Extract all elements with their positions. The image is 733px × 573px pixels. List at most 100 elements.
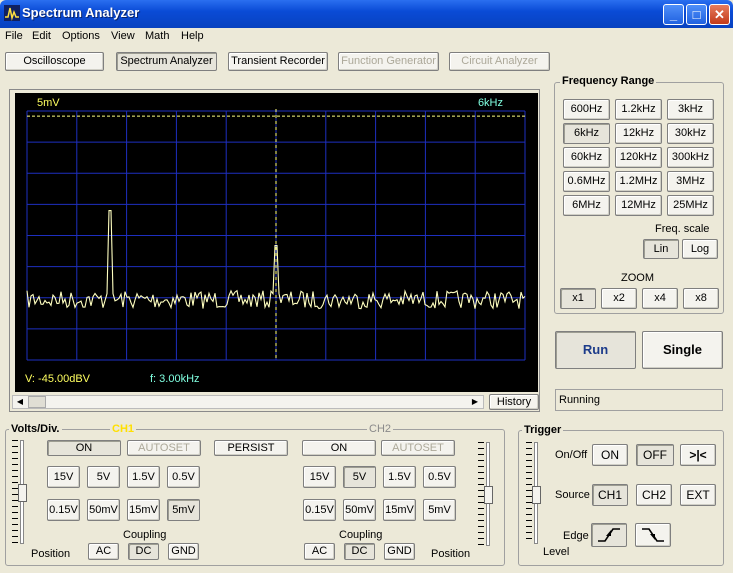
freq-range-300khz-button[interactable]: 300kHz: [667, 147, 714, 168]
freq-range-1_2khz-button[interactable]: 1.2kHz: [615, 99, 662, 120]
ch2-position-label: Position: [431, 548, 471, 560]
freq-range-12mhz-button[interactable]: 12MHz: [615, 195, 662, 216]
freq-range-600hz-button[interactable]: 600Hz: [563, 99, 610, 120]
menu-help[interactable]: Help: [181, 30, 204, 42]
ch2-coupling-gnd-button[interactable]: GND: [384, 543, 415, 560]
trigger-title: Trigger: [522, 424, 564, 436]
freq-range-1_2mhz-button[interactable]: 1.2MHz: [615, 171, 662, 192]
transient-recorder-button[interactable]: Transient Recorder: [228, 52, 328, 71]
ch2-position-thumb[interactable]: [484, 486, 493, 504]
ch1-scale-15v-button[interactable]: 15V: [47, 466, 80, 488]
scroll-right-icon[interactable]: ▶: [469, 396, 481, 408]
freq-range-60khz-button[interactable]: 60kHz: [563, 147, 610, 168]
ch2-scale-5mv-button[interactable]: 5mV: [423, 499, 456, 521]
trigger-source-label: Source: [555, 489, 590, 501]
history-button[interactable]: History: [489, 394, 539, 410]
ch1-coupling-dc-button[interactable]: DC: [128, 543, 159, 560]
minimize-icon: _: [669, 7, 678, 22]
horizontal-scrollbar[interactable]: ◀ ▶: [12, 395, 484, 409]
volts-div-title: Volts/Div.: [9, 423, 62, 435]
ch1-scale-5mv-button[interactable]: 5mV: [167, 499, 200, 521]
status-text: Running: [559, 394, 600, 406]
trigger-on-button[interactable]: ON: [592, 444, 628, 466]
ch1-coupling-label: Coupling: [123, 529, 167, 541]
source-ch1-button[interactable]: CH1: [592, 484, 628, 506]
trigger-off-button[interactable]: OFF: [636, 444, 674, 466]
circuit-analyzer-button: Circuit Analyzer: [449, 52, 550, 71]
menu-options[interactable]: Options: [62, 30, 100, 42]
ch2-scale-15v-button[interactable]: 15V: [303, 466, 336, 488]
scroll-left-icon[interactable]: ◀: [14, 396, 26, 408]
spectrum-analyzer-button[interactable]: Spectrum Analyzer: [116, 52, 217, 71]
menu-file[interactable]: File: [5, 30, 23, 42]
ch1-scale-5v-button[interactable]: 5V: [87, 466, 120, 488]
ch2-label: CH2: [367, 423, 394, 435]
run-button[interactable]: Run: [555, 331, 636, 369]
ch1-coupling-gnd-button[interactable]: GND: [168, 543, 199, 560]
zoom-x4-button[interactable]: x4: [642, 288, 678, 309]
ch2-autoset-button: AUTOSET: [381, 440, 455, 456]
ch1-scale-0_15v-button[interactable]: 0.15V: [47, 499, 80, 521]
freq-range-6mhz-button[interactable]: 6MHz: [563, 195, 610, 216]
menu-edit[interactable]: Edit: [32, 30, 51, 42]
ch1-position-thumb[interactable]: [18, 484, 27, 502]
freq-range-12khz-button[interactable]: 12kHz: [615, 123, 662, 144]
ch1-scale-15mv-button[interactable]: 15mV: [127, 499, 160, 521]
zoom-x8-button[interactable]: x8: [683, 288, 719, 309]
freq-range-3mhz-button[interactable]: 3MHz: [667, 171, 714, 192]
zoom-label: ZOOM: [621, 272, 654, 284]
zoom-x2-button[interactable]: x2: [601, 288, 637, 309]
zoom-x1-button[interactable]: x1: [560, 288, 596, 309]
freq-scale-log-button[interactable]: Log: [682, 239, 718, 259]
function-generator-button: Function Generator: [338, 52, 439, 71]
ch2-coupling-dc-button[interactable]: DC: [344, 543, 375, 560]
trigger-center-button[interactable]: >|<: [680, 444, 716, 466]
close-button[interactable]: ✕: [709, 4, 730, 25]
trigger-edge-label: Edge: [563, 530, 589, 542]
menu-bar: File Edit Options View Math Help: [0, 28, 733, 46]
ch1-position-label: Position: [31, 548, 71, 560]
ch1-scale-50mv-button[interactable]: 50mV: [87, 499, 120, 521]
maximize-button[interactable]: □: [686, 4, 707, 25]
menu-math[interactable]: Math: [145, 30, 169, 42]
ch2-scale-0_5v-button[interactable]: 0.5V: [423, 466, 456, 488]
ch2-scale-15mv-button[interactable]: 15mV: [383, 499, 416, 521]
single-button[interactable]: Single: [642, 331, 723, 369]
freq-range-0_6mhz-button[interactable]: 0.6MHz: [563, 171, 610, 192]
ch1-scale-0_5v-button[interactable]: 0.5V: [167, 466, 200, 488]
ch1-autoset-button: AUTOSET: [127, 440, 201, 456]
trigger-level-thumb[interactable]: [532, 486, 541, 504]
minimize-button[interactable]: _: [663, 4, 684, 25]
freq-range-30khz-button[interactable]: 30kHz: [667, 123, 714, 144]
falling-edge-icon: [642, 528, 664, 542]
falling-edge-button[interactable]: [635, 523, 671, 547]
frequency-readout: f: 3.00kHz: [150, 373, 200, 385]
menu-view[interactable]: View: [111, 30, 135, 42]
app-icon: [4, 5, 20, 21]
persist-button[interactable]: PERSIST: [214, 440, 288, 456]
ch2-coupling-label: Coupling: [339, 529, 383, 541]
ch2-on-button[interactable]: ON: [302, 440, 376, 456]
freq-range-25mhz-button[interactable]: 25MHz: [667, 195, 714, 216]
voltage-readout: V: -45.00dBV: [25, 373, 91, 385]
ch1-coupling-ac-button[interactable]: AC: [88, 543, 119, 560]
freq-span-label: 6kHz: [478, 97, 503, 109]
spectrum-display[interactable]: 5mV 6kHz V: -45.00dBV f: 3.00kHz: [15, 93, 538, 392]
ch2-scale-0_15v-button[interactable]: 0.15V: [303, 499, 336, 521]
ch1-on-button[interactable]: ON: [47, 440, 121, 456]
freq-range-6khz-button[interactable]: 6kHz: [563, 123, 610, 144]
oscilloscope-button[interactable]: Oscilloscope: [5, 52, 104, 71]
source-ext-button[interactable]: EXT: [680, 484, 716, 506]
ch2-scale-1_5v-button[interactable]: 1.5V: [383, 466, 416, 488]
ch2-coupling-ac-button[interactable]: AC: [304, 543, 335, 560]
scroll-thumb[interactable]: [28, 396, 46, 408]
freq-scale-lin-button[interactable]: Lin: [643, 239, 679, 259]
ch2-scale-5v-button[interactable]: 5V: [343, 466, 376, 488]
source-ch2-button[interactable]: CH2: [636, 484, 672, 506]
rising-edge-button[interactable]: [591, 523, 627, 547]
ch1-scale-1_5v-button[interactable]: 1.5V: [127, 466, 160, 488]
freq-range-3khz-button[interactable]: 3kHz: [667, 99, 714, 120]
rising-edge-icon: [598, 528, 620, 542]
ch2-scale-50mv-button[interactable]: 50mV: [343, 499, 376, 521]
freq-range-120khz-button[interactable]: 120kHz: [615, 147, 662, 168]
